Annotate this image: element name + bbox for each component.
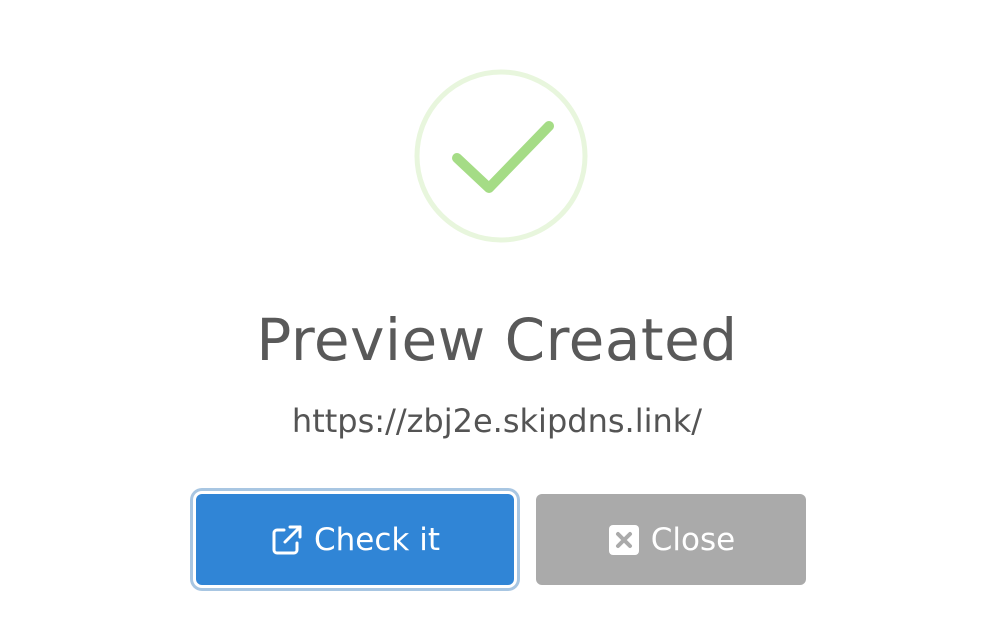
check-it-button[interactable]: Check it xyxy=(196,494,514,585)
check-it-label: Check it xyxy=(314,521,440,558)
external-link-icon xyxy=(270,523,304,557)
close-button[interactable]: Close xyxy=(536,494,806,585)
close-label: Close xyxy=(650,521,736,558)
success-check-icon xyxy=(413,68,589,244)
close-square-icon xyxy=(607,523,641,557)
success-dialog: Preview Created https://zbj2e.skipdns.li… xyxy=(0,0,994,628)
preview-url: https://zbj2e.skipdns.link/ xyxy=(291,402,703,440)
dialog-title: Preview Created xyxy=(256,306,738,374)
